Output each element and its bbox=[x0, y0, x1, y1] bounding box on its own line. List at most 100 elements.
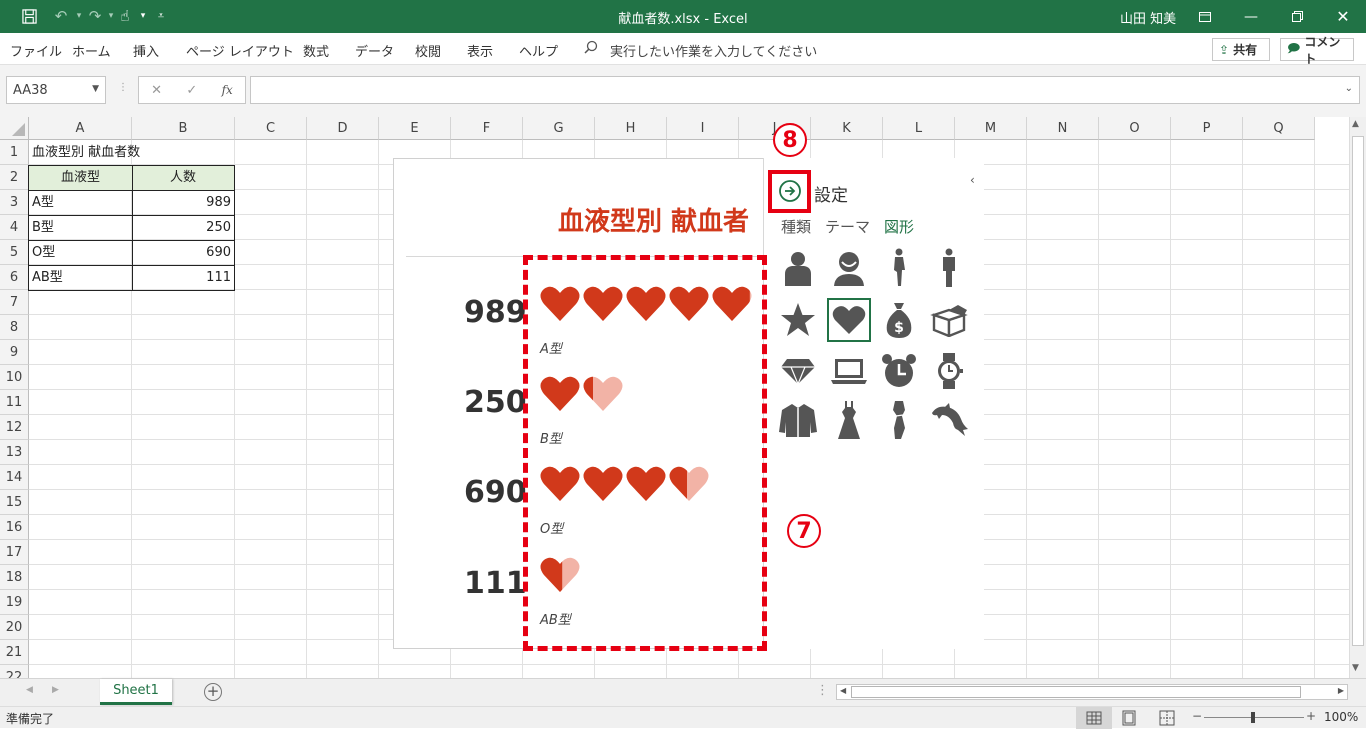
row-header[interactable]: 15 bbox=[0, 490, 29, 515]
enter-icon[interactable]: ✓ bbox=[186, 83, 197, 98]
row-header[interactable]: 3 bbox=[0, 190, 29, 215]
row-header[interactable]: 8 bbox=[0, 315, 29, 340]
tell-me-input[interactable]: 実行したい作業を入力してください bbox=[610, 41, 817, 60]
row-header[interactable]: 2 bbox=[0, 165, 29, 190]
column-header[interactable]: D bbox=[307, 117, 379, 140]
row-header[interactable]: 6 bbox=[0, 265, 29, 290]
column-header[interactable]: B bbox=[132, 117, 235, 140]
watch-icon[interactable] bbox=[927, 349, 971, 393]
expand-formula-icon[interactable]: ⌄ bbox=[1345, 83, 1353, 94]
row-header[interactable]: 10 bbox=[0, 365, 29, 390]
column-header[interactable]: E bbox=[379, 117, 451, 140]
user-name[interactable]: 山田 知美 bbox=[1120, 8, 1176, 27]
row-header[interactable]: 21 bbox=[0, 640, 29, 665]
zoom-out-icon[interactable]: − bbox=[1192, 709, 1202, 723]
splitter-handle-icon[interactable]: ⋮ bbox=[816, 683, 829, 698]
search-icon[interactable] bbox=[584, 40, 598, 58]
zoom-in-icon[interactable]: + bbox=[1306, 709, 1316, 723]
vertical-scrollbar[interactable]: ▲ ▼ bbox=[1349, 117, 1366, 678]
scroll-tabs-left-icon[interactable]: ◀ bbox=[26, 685, 33, 695]
scroll-down-icon[interactable]: ▼ bbox=[1352, 663, 1359, 673]
tab-formulas[interactable]: 数式 bbox=[303, 41, 329, 60]
sheet-tab[interactable]: Sheet1 bbox=[100, 679, 172, 705]
tab-insert[interactable]: 挿入 bbox=[133, 41, 159, 60]
row-header[interactable]: 4 bbox=[0, 215, 29, 240]
row-header[interactable]: 20 bbox=[0, 615, 29, 640]
gown-icon[interactable] bbox=[877, 398, 921, 442]
horizontal-scroll-thumb[interactable] bbox=[851, 686, 1301, 698]
ribbon-display-icon[interactable] bbox=[1182, 0, 1228, 33]
scroll-right-icon[interactable]: ▶ bbox=[1338, 686, 1344, 695]
row-header[interactable]: 13 bbox=[0, 440, 29, 465]
collapse-panel-icon[interactable]: ‹ bbox=[970, 173, 975, 187]
name-box[interactable]: AA38 ▼ bbox=[6, 76, 106, 104]
add-sheet-icon[interactable]: + bbox=[204, 683, 222, 701]
row-header[interactable]: 1 bbox=[0, 140, 29, 165]
tab-theme[interactable]: テーマ bbox=[825, 216, 870, 237]
tab-file[interactable]: ファイル bbox=[10, 41, 62, 60]
restore-icon[interactable] bbox=[1274, 0, 1320, 33]
column-header[interactable]: F bbox=[451, 117, 523, 140]
select-all-corner[interactable] bbox=[0, 117, 29, 140]
money-bag-icon[interactable]: $ bbox=[877, 298, 921, 342]
dolphin-icon[interactable] bbox=[927, 398, 971, 442]
column-header[interactable]: L bbox=[883, 117, 955, 140]
chevron-down-icon[interactable]: ▼ bbox=[92, 84, 99, 94]
page-layout-view-icon[interactable] bbox=[1120, 710, 1138, 729]
column-header[interactable]: Q bbox=[1243, 117, 1315, 140]
column-header[interactable]: N bbox=[1027, 117, 1099, 140]
person-face-icon[interactable] bbox=[827, 246, 871, 290]
row-header[interactable]: 12 bbox=[0, 415, 29, 440]
person-standing-icon[interactable] bbox=[927, 246, 971, 290]
tab-page-layout[interactable]: ページ レイアウト bbox=[186, 41, 294, 60]
laptop-icon[interactable] bbox=[827, 349, 871, 393]
tab-view[interactable]: 表示 bbox=[467, 41, 493, 60]
dress-icon[interactable] bbox=[827, 398, 871, 442]
row-header[interactable]: 11 bbox=[0, 390, 29, 415]
insert-function-icon[interactable]: fx bbox=[222, 83, 233, 97]
column-header[interactable]: M bbox=[955, 117, 1027, 140]
normal-view-icon[interactable] bbox=[1076, 707, 1112, 729]
tab-help[interactable]: ヘルプ bbox=[519, 41, 558, 60]
cell-a1[interactable]: 血液型別 献血者数 bbox=[29, 140, 229, 165]
cancel-icon[interactable]: ✕ bbox=[151, 83, 162, 98]
row-header[interactable]: 14 bbox=[0, 465, 29, 490]
star-icon[interactable] bbox=[776, 298, 820, 342]
scroll-up-icon[interactable]: ▲ bbox=[1352, 119, 1359, 129]
comments-button[interactable]: 🗩 コメント bbox=[1280, 35, 1354, 66]
row-header[interactable]: 5 bbox=[0, 240, 29, 265]
formula-bar-handle-icon[interactable]: ⋮ bbox=[118, 82, 128, 93]
column-header[interactable]: K bbox=[811, 117, 883, 140]
tab-data[interactable]: データ bbox=[355, 41, 394, 60]
formula-input[interactable]: ⌄ bbox=[250, 76, 1360, 104]
horizontal-scrollbar[interactable]: ◀ ▶ bbox=[836, 684, 1348, 700]
row-header[interactable]: 16 bbox=[0, 515, 29, 540]
close-icon[interactable]: ✕ bbox=[1320, 0, 1366, 33]
minimize-icon[interactable]: — bbox=[1228, 0, 1274, 33]
zoom-level[interactable]: 100% bbox=[1324, 710, 1358, 724]
row-header[interactable]: 19 bbox=[0, 590, 29, 615]
column-header[interactable]: C bbox=[235, 117, 307, 140]
column-header[interactable]: H bbox=[595, 117, 667, 140]
diamond-icon[interactable] bbox=[776, 349, 820, 393]
tab-review[interactable]: 校閲 bbox=[415, 41, 441, 60]
box-icon[interactable] bbox=[927, 298, 971, 342]
row-header[interactable]: 18 bbox=[0, 565, 29, 590]
share-button[interactable]: ⇪ 共有 bbox=[1212, 38, 1270, 61]
person-bust-icon[interactable] bbox=[776, 246, 820, 290]
column-header[interactable]: O bbox=[1099, 117, 1171, 140]
scroll-thumb[interactable] bbox=[1352, 136, 1364, 646]
tab-home[interactable]: ホーム bbox=[72, 41, 111, 60]
row-header[interactable]: 22 bbox=[0, 665, 29, 678]
column-header[interactable]: A bbox=[29, 117, 132, 140]
column-header[interactable]: G bbox=[523, 117, 595, 140]
tab-type[interactable]: 種類 bbox=[781, 216, 811, 237]
column-header[interactable]: I bbox=[667, 117, 739, 140]
column-header[interactable]: P bbox=[1171, 117, 1243, 140]
scroll-tabs-right-icon[interactable]: ▶ bbox=[52, 685, 59, 695]
page-break-view-icon[interactable] bbox=[1158, 710, 1176, 729]
person-walking-icon[interactable] bbox=[877, 246, 921, 290]
alarm-clock-icon[interactable] bbox=[877, 349, 921, 393]
row-header[interactable]: 9 bbox=[0, 340, 29, 365]
zoom-slider-thumb[interactable] bbox=[1251, 712, 1255, 723]
